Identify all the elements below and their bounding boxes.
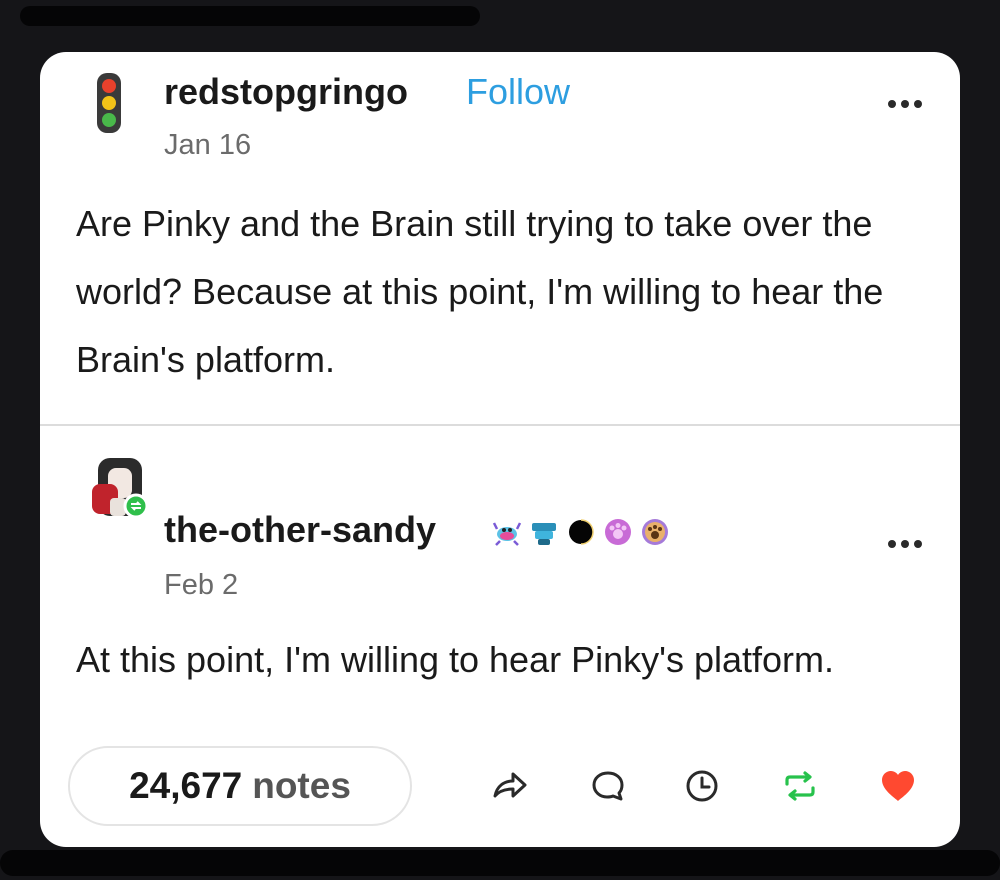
- reblog-username[interactable]: the-other-sandy: [164, 510, 436, 550]
- more-options-icon[interactable]: [888, 100, 922, 110]
- black-circle-badge-icon[interactable]: [566, 517, 596, 547]
- badge-row: [492, 516, 670, 548]
- dark-scribble-top: [20, 6, 480, 26]
- reblog-post: the-other-sandy Feb 2 At this point, I'm…: [40, 426, 960, 726]
- post-username[interactable]: redstopgringo: [164, 72, 408, 112]
- notes-count: 24,677: [129, 765, 243, 806]
- original-post: redstopgringo Follow Jan 16 Are Pinky an…: [40, 52, 960, 424]
- notes-label: notes: [252, 765, 351, 806]
- brown-paw-badge-icon[interactable]: [640, 517, 670, 547]
- crab-badge-icon[interactable]: [492, 517, 522, 547]
- follow-button[interactable]: Follow: [466, 72, 570, 112]
- schedule-icon[interactable]: [680, 764, 724, 808]
- like-icon[interactable]: [876, 764, 920, 808]
- traffic-light-avatar[interactable]: [96, 72, 122, 134]
- reply-icon[interactable]: [586, 764, 630, 808]
- teal-badge-icon[interactable]: [529, 517, 559, 547]
- reblog-date[interactable]: Feb 2: [164, 568, 238, 602]
- reblog-icon[interactable]: [778, 764, 822, 808]
- tumblr-post-card: redstopgringo Follow Jan 16 Are Pinky an…: [40, 52, 960, 847]
- purple-paw-badge-icon[interactable]: [603, 517, 633, 547]
- post-date[interactable]: Jan 16: [164, 128, 251, 162]
- notes-button[interactable]: 24,677 notes: [68, 746, 412, 826]
- dark-scribble-bottom: [0, 850, 1000, 876]
- more-options-icon[interactable]: [888, 540, 922, 550]
- post-body: Are Pinky and the Brain still trying to …: [76, 203, 884, 380]
- reblog-body: At this point, I'm willing to hear Pinky…: [76, 639, 835, 680]
- share-icon[interactable]: [488, 764, 532, 808]
- user-avatar[interactable]: [88, 458, 150, 520]
- post-footer: 24,677 notes: [40, 742, 960, 842]
